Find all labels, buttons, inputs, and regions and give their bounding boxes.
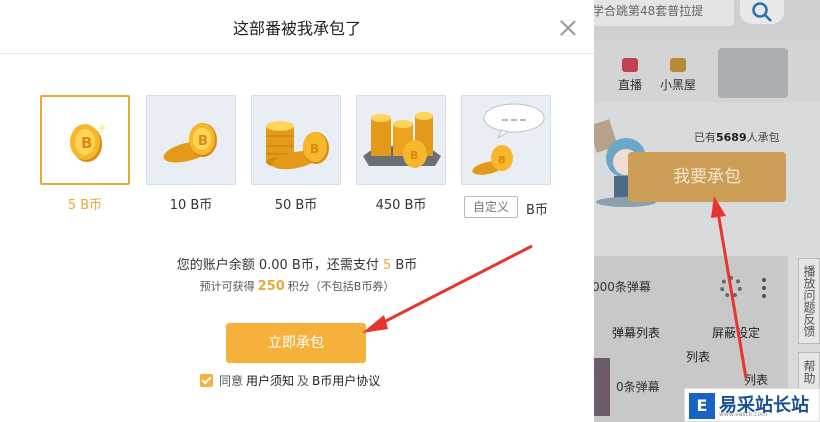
feedback-side-button[interactable]: 播放问题反馈 <box>798 258 820 344</box>
balance-text: 您的账户余额 0.00 B币，还需支付 5 B币 <box>0 254 594 273</box>
danmaku-count: 000条弹幕 <box>592 280 651 294</box>
tab-danmaku-list[interactable]: 弹幕列表 <box>612 324 660 341</box>
option-50-coins[interactable]: B <box>251 95 341 185</box>
coin-stack-icon: B <box>266 121 329 170</box>
logo-subtitle: www.easck.com <box>719 411 768 418</box>
custom-amount-icon: B <box>472 103 545 175</box>
nav-live[interactable]: 直播 <box>608 58 652 93</box>
svg-text:B: B <box>81 134 92 152</box>
search-button[interactable] <box>740 0 784 24</box>
list-label: 列表 <box>686 350 711 364</box>
live-icon <box>622 58 638 72</box>
bcoin-agreement-link[interactable]: B币用户协议 <box>312 372 380 389</box>
option-10-label: 10 B币 <box>169 198 213 213</box>
agree-checkbox[interactable] <box>200 374 213 387</box>
agree-prefix: 同意 <box>219 374 244 388</box>
sponsor-now-button[interactable]: 立即承包 <box>226 323 366 363</box>
sponsor-dialog: 这部番被我承包了 B 5 B币 B 10 B币 B 50 B币 B 450 B币… <box>0 0 594 422</box>
svg-text:B: B <box>198 134 208 149</box>
sponsor-big-button[interactable]: 我要承包 <box>628 152 786 202</box>
option-5-label: 5 B币 <box>67 198 103 213</box>
expect-suffix: 积分（不包括B币券） <box>287 280 395 293</box>
svg-text:B: B <box>410 149 418 162</box>
expected-points: 预计可获得 250 积分（不包括B币券） <box>0 278 594 294</box>
user-notice-link[interactable]: 用户须知 <box>246 372 294 389</box>
sponsor-count-prefix: 已有 <box>694 131 716 144</box>
custom-amount-input[interactable] <box>464 196 518 218</box>
blackroom-icon <box>670 58 686 72</box>
balance-suffix: B币 <box>395 258 418 273</box>
balance-amount: 5 <box>382 258 392 273</box>
gear-icon[interactable] <box>720 276 742 298</box>
custom-unit-label: B币 <box>526 203 548 218</box>
nav-live-label: 直播 <box>617 78 642 92</box>
sponsor-count-suffix: 人承包 <box>746 131 780 144</box>
sponsor-count-number: 5689 <box>716 131 747 144</box>
agree-mid: 及 <box>297 374 310 388</box>
option-450-label: 450 B币 <box>375 198 427 213</box>
search-input[interactable]: 学合跳第48套普拉提 <box>584 0 734 26</box>
agreement-row: 同意 用户须知 及 B币用户协议 <box>200 372 383 389</box>
expect-points-value: 250 <box>257 279 285 294</box>
option-10-coins[interactable]: B <box>146 95 236 185</box>
search-icon <box>752 2 772 22</box>
video-thumbnail[interactable] <box>592 358 610 416</box>
close-icon[interactable] <box>560 20 576 36</box>
sponsor-count: 已有5689人承包 <box>694 129 780 145</box>
balance-prefix: 您的账户余额 0.00 B币，还需支付 <box>176 258 379 273</box>
logo-mark: E <box>689 393 715 419</box>
dialog-title: 这部番被我承包了 <box>0 0 594 54</box>
svg-text:B: B <box>310 142 319 156</box>
option-50-label: 50 B币 <box>274 198 318 213</box>
more-icon[interactable] <box>762 276 766 298</box>
option-450-coins[interactable]: B <box>356 95 446 185</box>
anime-banner-image[interactable] <box>718 48 788 98</box>
coin-pile-icon: B <box>363 112 441 168</box>
svg-text:B: B <box>498 155 506 166</box>
danmaku-count-2: 0条弹幕 <box>616 380 660 394</box>
danmaku-tabs: 弹幕列表 屏蔽设定 <box>592 318 788 346</box>
tilted-coin-icon: B <box>163 123 217 163</box>
option-5-coins[interactable]: B <box>40 95 130 185</box>
expect-prefix: 预计可获得 <box>199 280 255 293</box>
single-coin-icon: B <box>70 123 108 162</box>
help-side-button[interactable]: 帮助 <box>798 352 820 392</box>
nav-blackroom-label: 小黑屋 <box>659 78 696 92</box>
nav-blackroom[interactable]: 小黑屋 <box>656 58 700 93</box>
watermark-logo: E 易采站长站 www.easck.com <box>684 388 820 422</box>
list-label-2: 列表 <box>744 373 769 387</box>
option-custom-coins[interactable]: B <box>461 95 551 185</box>
tab-block-settings[interactable]: 屏蔽设定 <box>712 324 760 341</box>
